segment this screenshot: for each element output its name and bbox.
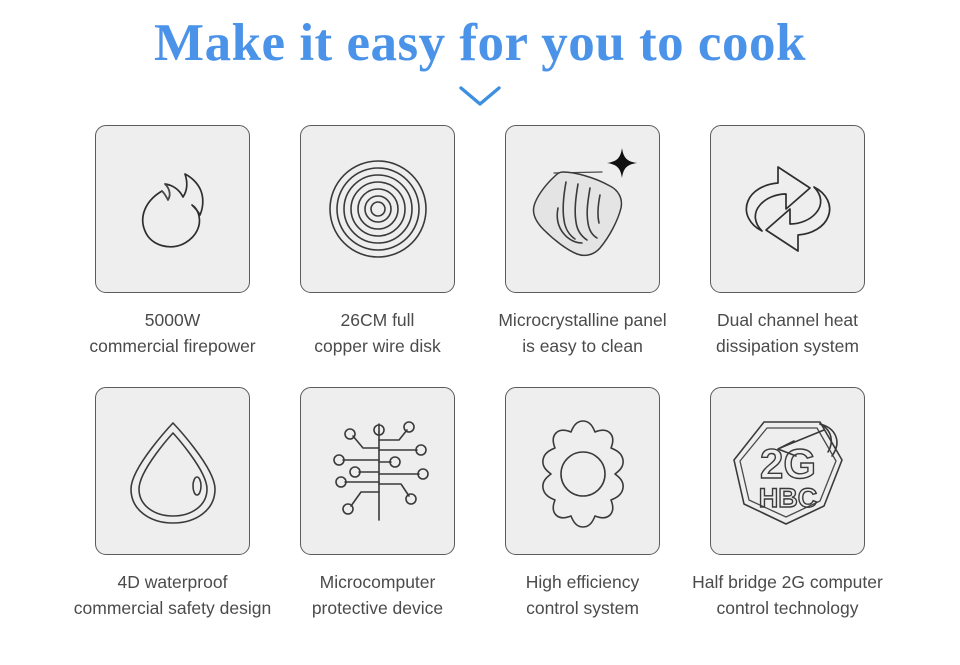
promo-page: Make it easy for you to cook 5000W comme…: [0, 0, 960, 665]
feature-icon-tile: [95, 124, 250, 293]
feature-icon-tile: [505, 386, 660, 555]
page-header: Make it easy for you to cook: [0, 0, 960, 110]
badge-primary-text: 2G: [759, 440, 815, 487]
feature-caption: 4D waterproof commercial safety design: [73, 571, 272, 619]
row-spacer: [480, 360, 685, 387]
page-title: Make it easy for you to cook: [154, 14, 806, 72]
row-spacer: [70, 360, 275, 387]
circulation-arrows-icon: [728, 149, 848, 269]
badge-secondary-text: HBC: [758, 483, 817, 513]
coil-rings-icon: [319, 150, 437, 268]
feature-item-easy-clean[interactable]: Microcrystalline panel is easy to clean: [480, 124, 685, 360]
feature-icon-tile: [710, 124, 865, 293]
feature-item-heat-dissipation[interactable]: Dual channel heat dissipation system: [685, 124, 890, 360]
feature-item-firepower[interactable]: 5000W commercial firepower: [70, 124, 275, 360]
feature-item-waterproof[interactable]: 4D waterproof commercial safety design: [70, 386, 275, 622]
chevron-down-icon: [0, 82, 960, 110]
feature-item-half-bridge-2g[interactable]: 2G HBC Half bridge 2G computer control t…: [685, 386, 890, 622]
feature-icon-tile: [300, 386, 455, 555]
hexagon-2g-hbc-badge-icon: 2G HBC: [724, 408, 852, 534]
feature-caption: High efficiency control system: [525, 571, 640, 619]
feature-icon-tile: [95, 386, 250, 555]
feature-caption: Dual channel heat dissipation system: [716, 309, 859, 357]
feature-grid: 5000W commercial firepower 26CM full cop…: [0, 124, 960, 622]
feature-caption: Microcrystalline panel is easy to clean: [498, 309, 667, 357]
water-drop-icon: [115, 411, 231, 531]
row-spacer: [685, 360, 890, 387]
feature-icon-tile: [300, 124, 455, 293]
feature-item-copper-coil[interactable]: 26CM full copper wire disk: [275, 124, 480, 360]
feature-caption: Half bridge 2G computer control technolo…: [692, 571, 883, 619]
feature-icon-tile: [505, 124, 660, 293]
feature-caption: 26CM full copper wire disk: [314, 309, 441, 357]
sparkle-star-icon: [607, 147, 637, 178]
feature-icon-tile: 2G HBC: [710, 386, 865, 555]
circuit-board-icon: [317, 410, 439, 532]
flame-icon: [115, 151, 231, 267]
row-spacer: [275, 360, 480, 387]
feature-caption: 5000W commercial firepower: [89, 309, 256, 357]
gear-icon: [523, 411, 643, 531]
feature-item-microcomputer[interactable]: Microcomputer protective device: [275, 386, 480, 622]
feature-caption: Microcomputer protective device: [311, 571, 444, 619]
feature-item-control-system[interactable]: High efficiency control system: [480, 386, 685, 622]
